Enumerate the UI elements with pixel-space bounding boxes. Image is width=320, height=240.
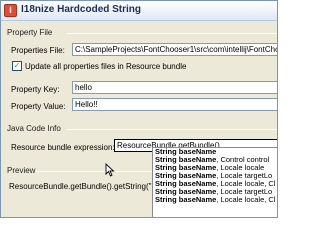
properties-file-label: Properties File: xyxy=(11,46,65,55)
preview-section-label: Preview xyxy=(7,166,36,175)
property-file-section-label: Property File xyxy=(7,28,53,37)
intellij-app-icon: I xyxy=(4,4,17,17)
property-value-field[interactable]: Hello!! xyxy=(72,98,277,111)
preview-text: ResourceBundle.getBundle().getString("he… xyxy=(9,182,169,191)
property-key-field[interactable]: hello xyxy=(72,81,277,94)
title-bar[interactable]: I I18nize Hardcoded String xyxy=(1,1,277,21)
resource-bundle-label: Resource bundle expression: xyxy=(11,143,115,152)
update-all-label: Update all properties files in Resource … xyxy=(25,62,187,71)
mouse-cursor-icon xyxy=(105,163,115,177)
completion-item[interactable]: String baseName, Locale locale, Cl xyxy=(153,196,277,204)
i18nize-dialog: I I18nize Hardcoded String Property File… xyxy=(0,0,278,218)
property-key-label: Property Key: xyxy=(11,85,60,94)
update-all-checkbox[interactable]: ✓ xyxy=(12,61,22,71)
completion-popup[interactable]: String baseName String baseName, Control… xyxy=(152,147,277,217)
property-value-label: Property Value: xyxy=(11,102,66,111)
java-code-info-separator xyxy=(67,129,277,130)
properties-file-field[interactable]: C:\SampleProjects\FontChooser1\src\com\i… xyxy=(72,43,277,56)
property-file-separator xyxy=(67,33,277,34)
java-code-info-section-label: Java Code Info xyxy=(7,124,61,133)
dialog-title: I18nize Hardcoded String xyxy=(21,4,142,15)
